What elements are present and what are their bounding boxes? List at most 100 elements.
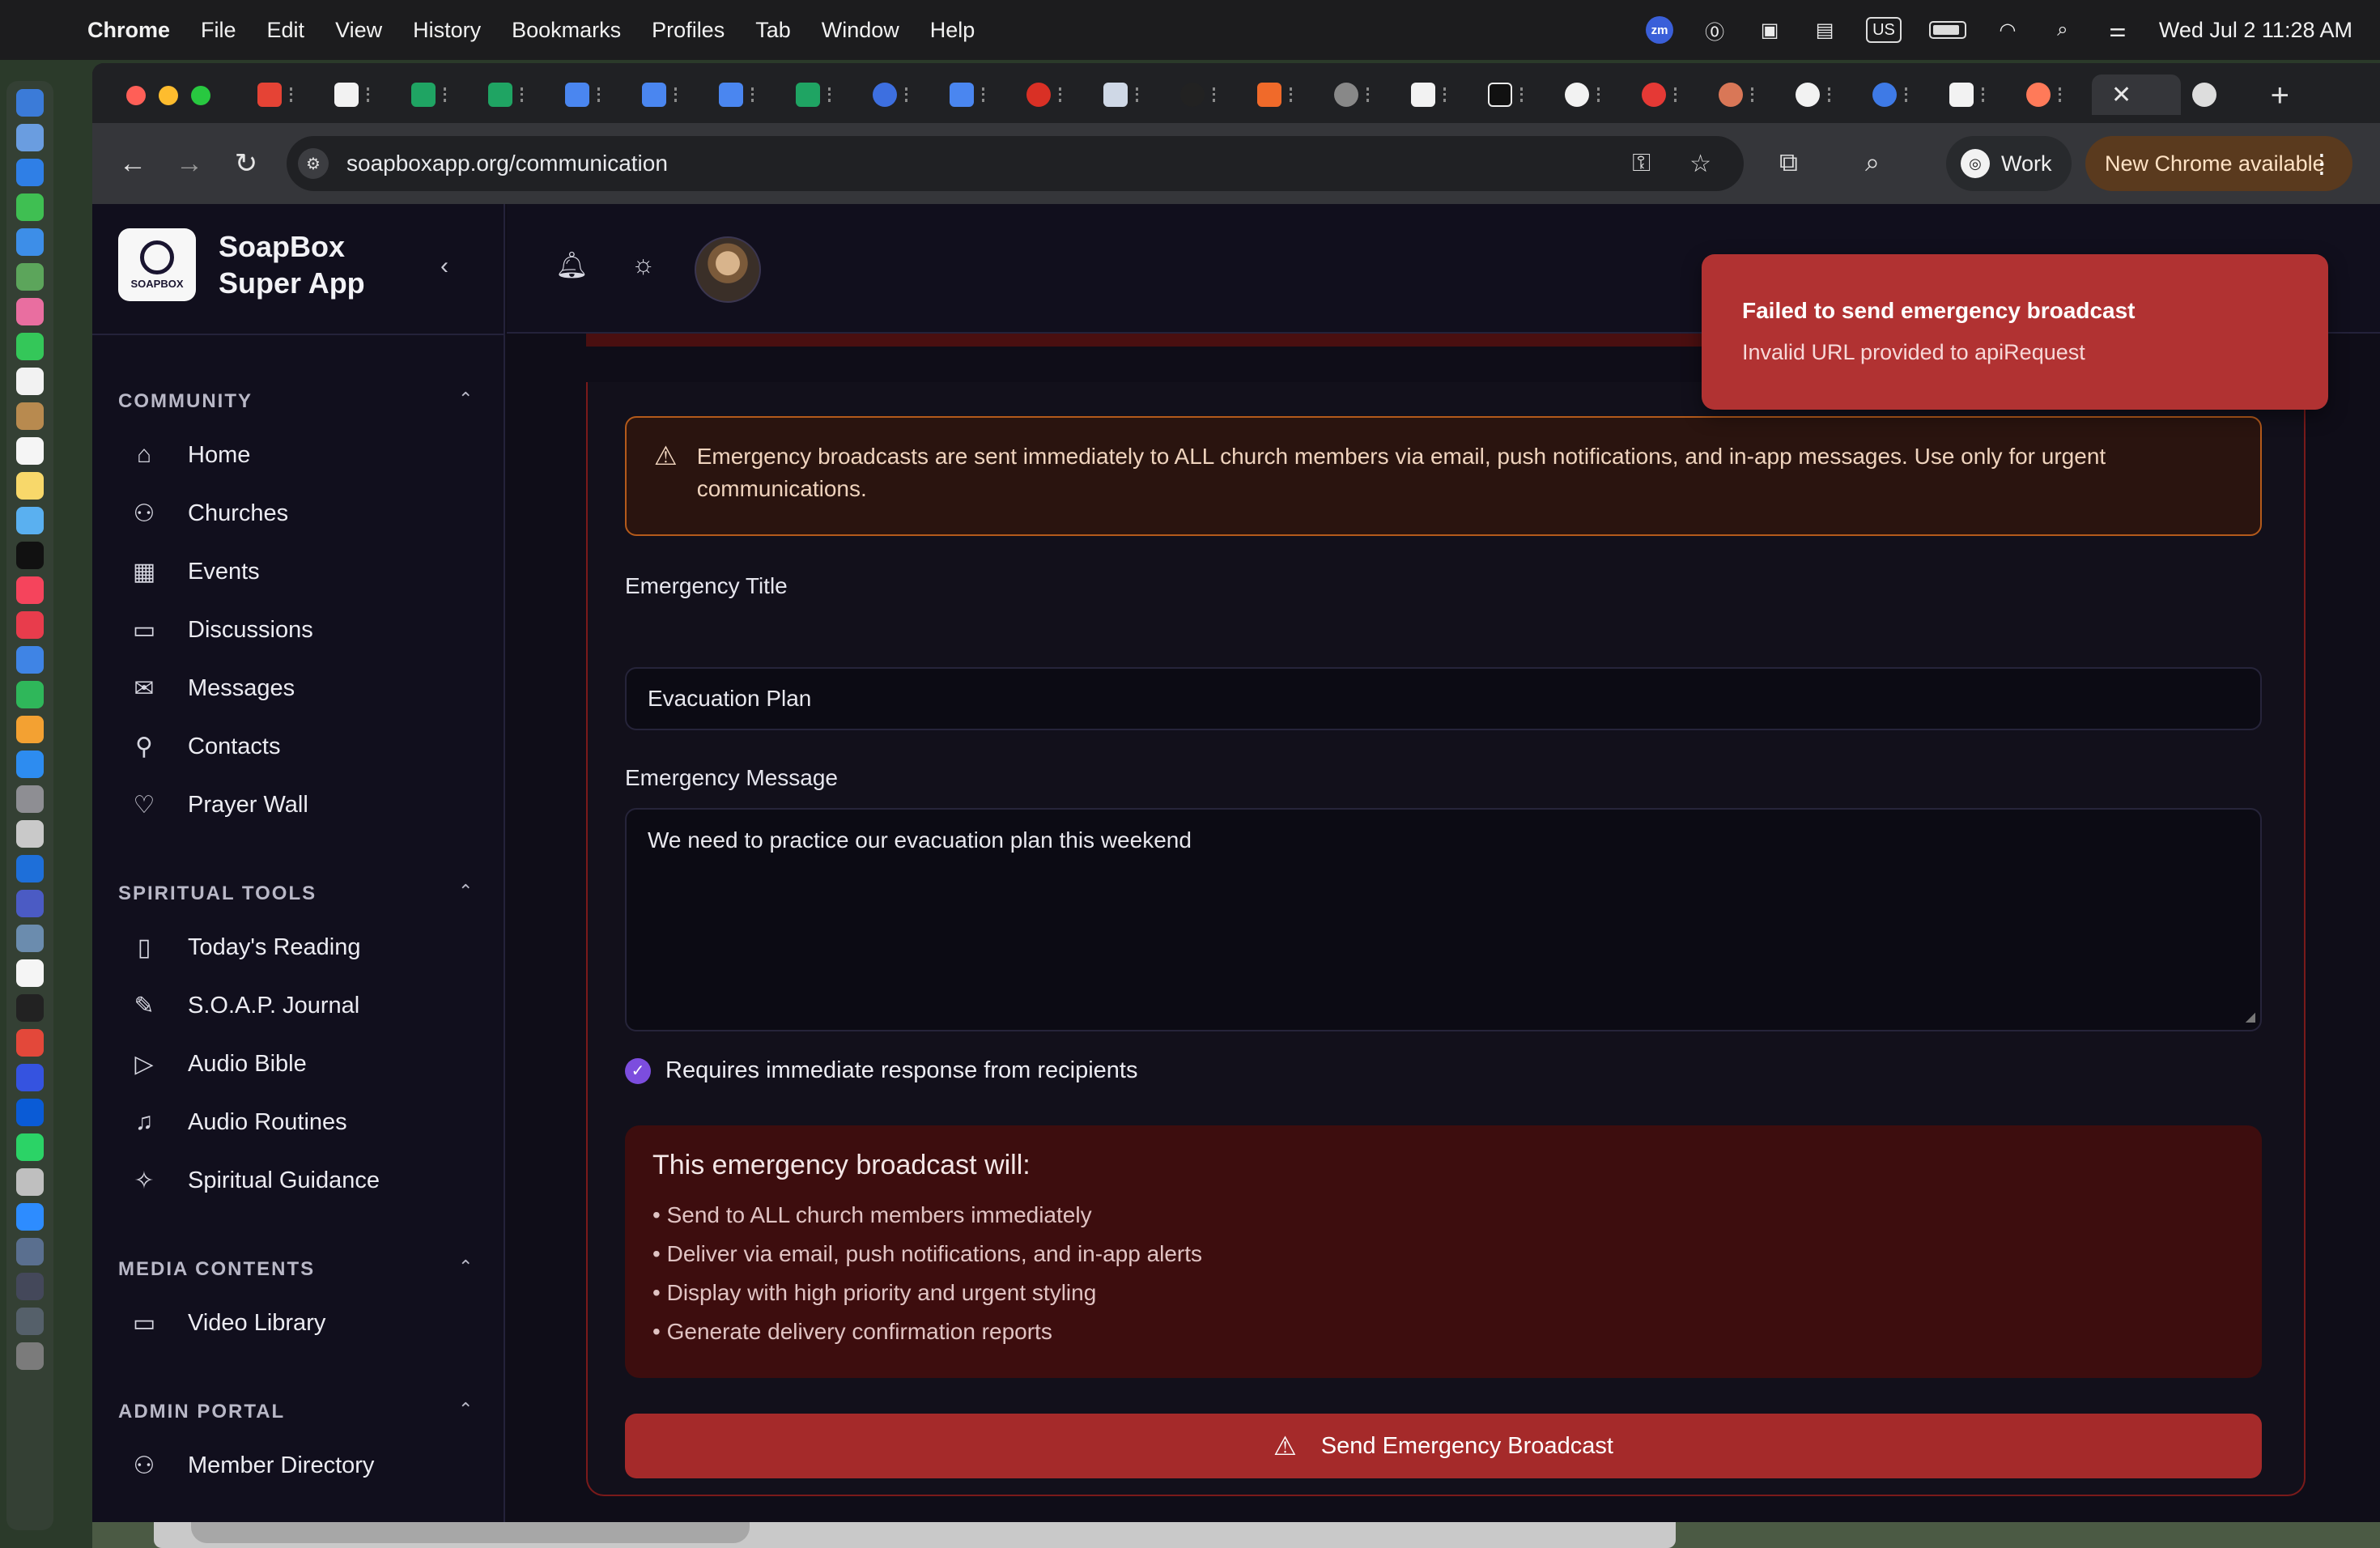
sidebar-item-soap-journal[interactable]: ✎ S.O.A.P. Journal (117, 980, 473, 1031)
tab-github-2[interactable] (1784, 74, 1861, 115)
sidebar-item-todays-reading[interactable]: ▯ Today's Reading (117, 921, 473, 973)
control-center-icon[interactable]: ⚌ (2104, 16, 2131, 44)
keynote-icon[interactable] (16, 646, 44, 674)
chrome-dock-icon[interactable] (16, 1029, 44, 1057)
spotlight-search-icon[interactable]: ⌕ (2049, 16, 2076, 44)
apple-tv-icon[interactable] (16, 542, 44, 569)
freeform-icon[interactable] (16, 507, 44, 534)
system-settings-icon[interactable] (16, 785, 44, 813)
extensions-icon[interactable]: ⧉ (1779, 147, 1798, 178)
screenshot-icon[interactable] (16, 1168, 44, 1196)
pages-icon[interactable] (16, 716, 44, 743)
sidebar-item-discussions[interactable]: ▭ Discussions (117, 604, 473, 656)
chevron-up-icon[interactable]: ⌃ (458, 1257, 473, 1278)
tab-cloud[interactable] (861, 74, 938, 115)
emergency-message-textarea[interactable]: We need to practice our evacuation plan … (625, 808, 2262, 1031)
music-icon[interactable] (16, 576, 44, 604)
tab-calendar[interactable] (1092, 74, 1169, 115)
wifi-icon[interactable]: ◠ (1994, 16, 2021, 44)
section-admin-portal[interactable]: ADMIN PORTAL (118, 1401, 285, 1423)
menu-edit[interactable]: Edit (267, 18, 305, 43)
close-tab-icon[interactable]: ✕ (2111, 81, 2131, 109)
tab-chatgpt-2[interactable] (1553, 74, 1630, 115)
menu-file[interactable]: File (201, 18, 236, 43)
menu-tab[interactable]: Tab (755, 18, 791, 43)
sidebar-item-audio-bible[interactable]: ▷ Audio Bible (117, 1038, 473, 1090)
safari-icon[interactable] (16, 159, 44, 186)
zoom-status-icon[interactable]: zm (1646, 16, 1674, 44)
immediate-response-checkbox-row[interactable]: ✓ Requires immediate response from recip… (625, 1057, 1137, 1084)
checkbox-checked-icon[interactable]: ✓ (625, 1057, 651, 1084)
messages-icon[interactable] (16, 194, 44, 221)
section-spiritual-tools[interactable]: SPIRITUAL TOOLS (118, 882, 317, 905)
zoom-window-button[interactable] (191, 86, 210, 105)
sun-theme-icon[interactable]: ☼ (631, 249, 655, 279)
app-store-icon[interactable] (16, 751, 44, 778)
menu-history[interactable]: History (413, 18, 481, 43)
teams-dock-icon[interactable] (16, 890, 44, 917)
profile-chip[interactable]: ◎ Work (1946, 136, 2072, 191)
close-window-button[interactable] (126, 86, 146, 105)
kebab-menu-icon[interactable]: ⋮ (2309, 148, 2335, 179)
chevron-up-icon[interactable]: ⌃ (458, 1399, 473, 1420)
back-button[interactable]: ← (117, 147, 149, 180)
password-key-icon[interactable]: ⚿ (1632, 150, 1651, 178)
menu-profiles[interactable]: Profiles (652, 18, 725, 43)
sidebar-item-events[interactable]: ▦ Events (117, 546, 473, 598)
textedit-icon[interactable] (16, 959, 44, 987)
tab-x[interactable] (1477, 74, 1553, 115)
tab-sheets-3[interactable] (784, 74, 861, 115)
tab-sheets-2[interactable] (477, 74, 554, 115)
downloads-stack-icon[interactable] (16, 1238, 44, 1265)
tab-gmail[interactable] (246, 74, 323, 115)
brand[interactable]: SOAPBOX SoapBox Super App (118, 228, 397, 301)
url-text[interactable]: soapboxapp.org/communication (346, 151, 668, 176)
menubar-clock[interactable]: Wed Jul 2 11:28 AM (2159, 18, 2352, 43)
numbers-icon[interactable] (16, 681, 44, 708)
battery-icon[interactable] (1928, 21, 1966, 39)
sidebar-item-spiritual-guidance[interactable]: ✧ Spiritual Guidance (117, 1155, 473, 1206)
tab-github-1[interactable] (1169, 74, 1246, 115)
minimize-window-button[interactable] (159, 86, 178, 105)
sidebar-item-contacts[interactable]: ⚲ Contacts (117, 721, 473, 772)
remote-desktop-icon[interactable] (16, 925, 44, 952)
signal-icon[interactable] (16, 1064, 44, 1091)
tab-openai[interactable] (1861, 74, 1938, 115)
tab-target[interactable] (1630, 74, 1707, 115)
outlook-dock-icon[interactable] (16, 855, 44, 882)
menu-window[interactable]: Window (822, 18, 899, 43)
tab-docs-3[interactable] (708, 74, 784, 115)
tab-docs-1[interactable] (554, 74, 631, 115)
site-info-icon[interactable]: ⚙ (298, 148, 329, 179)
sidebar-item-member-directory[interactable]: ⚇ Member Directory (117, 1440, 473, 1491)
new-tab-button[interactable]: + (2271, 78, 2289, 114)
finder-icon[interactable] (16, 89, 44, 117)
chrome-update-button[interactable]: New Chrome available ⋮ (2085, 136, 2352, 191)
preview-icon[interactable] (16, 820, 44, 848)
trash-icon[interactable] (16, 1342, 44, 1370)
menu-help[interactable]: Help (930, 18, 975, 43)
desktop-stack-icon[interactable] (16, 1308, 44, 1335)
tab-chrome[interactable] (2181, 74, 2258, 115)
send-emergency-broadcast-button[interactable]: ⚠ Send Emergency Broadcast (625, 1414, 2262, 1478)
error-toast[interactable]: Failed to send emergency broadcast Inval… (1702, 254, 2328, 410)
sidebar-item-churches[interactable]: ⚇ Churches (117, 487, 473, 539)
sidebar-item-video-library[interactable]: ▭ Video Library (117, 1297, 473, 1349)
mail-icon[interactable] (16, 228, 44, 256)
tab-sheets-1[interactable] (400, 74, 477, 115)
keyboard-input-indicator[interactable]: US (1866, 17, 1902, 43)
tab-search-icon[interactable]: ⌕ (1865, 147, 1880, 178)
bookmark-star-icon[interactable]: ☆ (1689, 150, 1711, 178)
notes-icon[interactable] (16, 472, 44, 500)
tab-chatgpt-1[interactable] (1400, 74, 1477, 115)
reminders-icon[interactable] (16, 437, 44, 465)
chevron-up-icon[interactable]: ⌃ (458, 389, 473, 410)
1password-icon[interactable] (16, 1099, 44, 1126)
bell-icon[interactable]: 🔔︎ (555, 249, 589, 280)
facetime-icon[interactable] (16, 333, 44, 360)
maps-icon[interactable] (16, 263, 44, 291)
reload-button[interactable]: ↻ (230, 147, 262, 180)
zoom-dock-icon[interactable] (16, 1203, 44, 1231)
collapse-sidebar-icon[interactable]: ‹ (440, 253, 448, 280)
section-community[interactable]: COMMUNITY (118, 390, 253, 413)
